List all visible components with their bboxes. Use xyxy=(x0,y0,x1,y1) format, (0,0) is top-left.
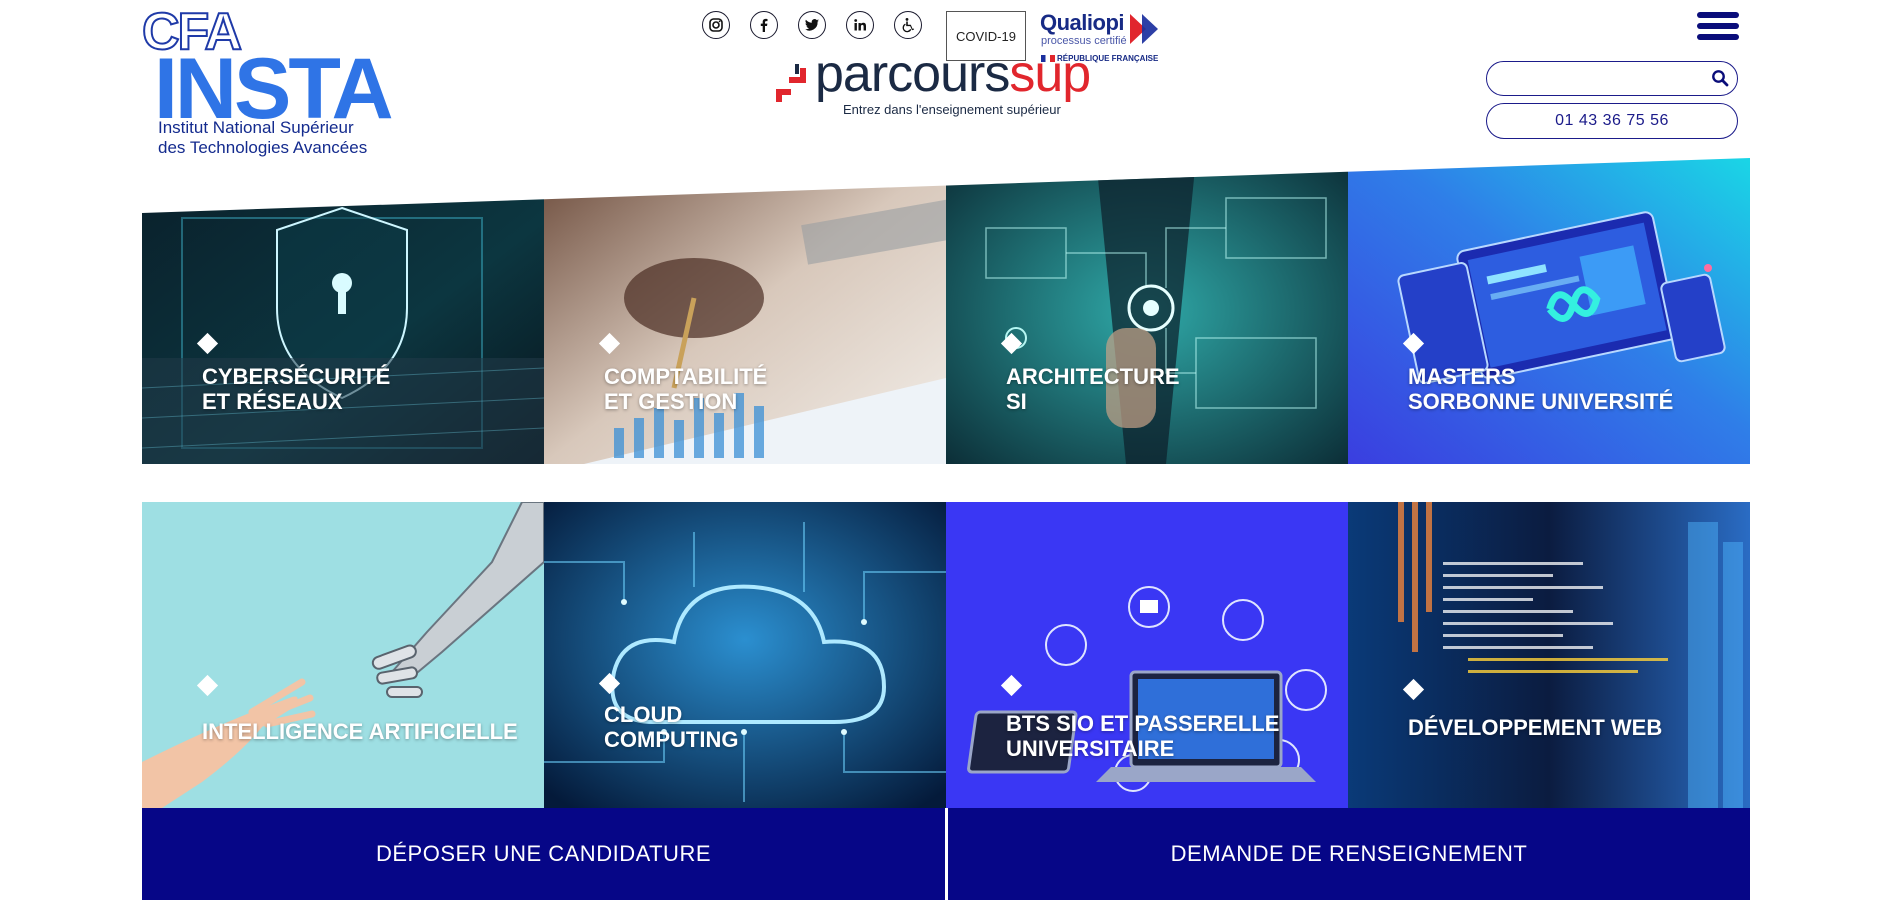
program-label-line2: COMPUTING xyxy=(604,727,739,752)
info-request-button[interactable]: DEMANDE DE RENSEIGNEMENT xyxy=(948,808,1750,900)
qualiopi-arrows-icon xyxy=(1130,14,1158,44)
search-input[interactable] xyxy=(1499,68,1703,90)
program-tile-ai[interactable]: INTELLIGENCE ARTIFICIELLE xyxy=(142,502,544,808)
program-tile-masters[interactable]: MASTERS SORBONNE UNIVERSITÉ xyxy=(1348,158,1750,464)
apply-button[interactable]: DÉPOSER UNE CANDIDATURE xyxy=(142,808,945,900)
program-tile-accounting[interactable]: COMPTABILITÉ ET GESTION xyxy=(544,158,946,464)
web-dev-image xyxy=(1348,502,1750,808)
logo-subtitle-line2: des Technologies Avancées xyxy=(158,138,368,157)
program-tile-web-dev[interactable]: DÉVELOPPEMENT WEB xyxy=(1348,502,1750,808)
program-label: CLOUD COMPUTING xyxy=(604,702,738,752)
masters-image xyxy=(1348,158,1750,464)
program-label-line2: ET RÉSEAUX xyxy=(202,389,343,414)
program-label: COMPTABILITÉ ET GESTION xyxy=(604,364,767,414)
program-label: CYBERSÉCURITÉ ET RÉSEAUX xyxy=(202,364,390,414)
parcoursup-mark-icon xyxy=(776,64,806,102)
parcoursup-word-accent: up xyxy=(1034,45,1091,103)
program-label-line1: INTELLIGENCE ARTIFICIELLE xyxy=(202,719,518,744)
parcoursup-word-s: s xyxy=(1009,45,1035,103)
facebook-icon[interactable] xyxy=(750,11,778,39)
program-tile-cybersecurity[interactable]: CYBERSÉCURITÉ ET RÉSEAUX xyxy=(142,158,544,464)
parcoursup-tagline: Entrez dans l'enseignement supérieur xyxy=(843,102,1061,117)
program-label-line1: MASTERS xyxy=(1408,364,1516,389)
program-label-line1: ARCHITECTURE xyxy=(1006,364,1180,389)
parcoursup-logo[interactable]: parcourssup Entrez dans l'enseignement s… xyxy=(775,48,1105,124)
search-icon[interactable] xyxy=(1711,69,1729,87)
logo-subtitle-line1: Institut National Supérieur xyxy=(158,118,354,137)
program-label: BTS SIO ET PASSERELLE UNIVERSITAIRE xyxy=(1006,711,1279,761)
program-label-line1: CLOUD xyxy=(604,702,683,727)
program-label: ARCHITECTURE SI xyxy=(1006,364,1180,414)
program-tile-cloud[interactable]: CLOUD COMPUTING xyxy=(544,502,946,808)
program-label: DÉVELOPPEMENT WEB xyxy=(1408,715,1662,740)
program-label: MASTERS SORBONNE UNIVERSITÉ xyxy=(1408,364,1673,414)
accessibility-icon[interactable] xyxy=(894,11,922,39)
program-label-line1: COMPTABILITÉ xyxy=(604,364,768,389)
program-label-line2: UNIVERSITAIRE xyxy=(1006,736,1175,761)
search-box xyxy=(1486,61,1738,96)
program-grid: CYBERSÉCURITÉ ET RÉSEAUX COMPTABILITÉ ET… xyxy=(142,158,1750,808)
cloud-image xyxy=(544,502,946,808)
program-tile-architecture[interactable]: ARCHITECTURE SI xyxy=(946,158,1348,464)
program-label-line2: ET GESTION xyxy=(604,389,738,414)
program-label-line2: SI xyxy=(1006,389,1027,414)
linkedin-icon[interactable] xyxy=(846,11,874,39)
program-label-line2: SORBONNE UNIVERSITÉ xyxy=(1408,389,1674,414)
social-links xyxy=(702,11,922,39)
program-tile-bts-sio[interactable]: BTS SIO ET PASSERELLE UNIVERSITAIRE xyxy=(946,502,1348,808)
logo-subtitle: Institut National Supérieur des Technolo… xyxy=(158,118,367,158)
twitter-icon[interactable] xyxy=(798,11,826,39)
program-label: INTELLIGENCE ARTIFICIELLE xyxy=(202,719,518,744)
cybersecurity-image xyxy=(142,158,544,464)
parcoursup-wordmark: parcourssup xyxy=(815,45,1091,103)
parcoursup-word-main: parcours xyxy=(815,45,1010,103)
architecture-image xyxy=(946,158,1348,464)
program-label-line1: BTS SIO ET PASSERELLE xyxy=(1006,711,1280,736)
menu-hamburger-icon[interactable] xyxy=(1697,12,1739,42)
bts-sio-image xyxy=(946,502,1348,808)
program-label-line1: CYBERSÉCURITÉ xyxy=(202,364,391,389)
accounting-image xyxy=(544,158,946,464)
qualiopi-title: Qualiopi xyxy=(1040,10,1125,35)
program-label-line1: DÉVELOPPEMENT WEB xyxy=(1408,715,1663,740)
insta-logo[interactable]: CFA INSTA Institut National Supérieur de… xyxy=(141,5,394,162)
phone-button[interactable]: 01 43 36 75 56 xyxy=(1486,103,1738,139)
ai-image xyxy=(142,502,544,808)
instagram-icon[interactable] xyxy=(702,11,730,39)
